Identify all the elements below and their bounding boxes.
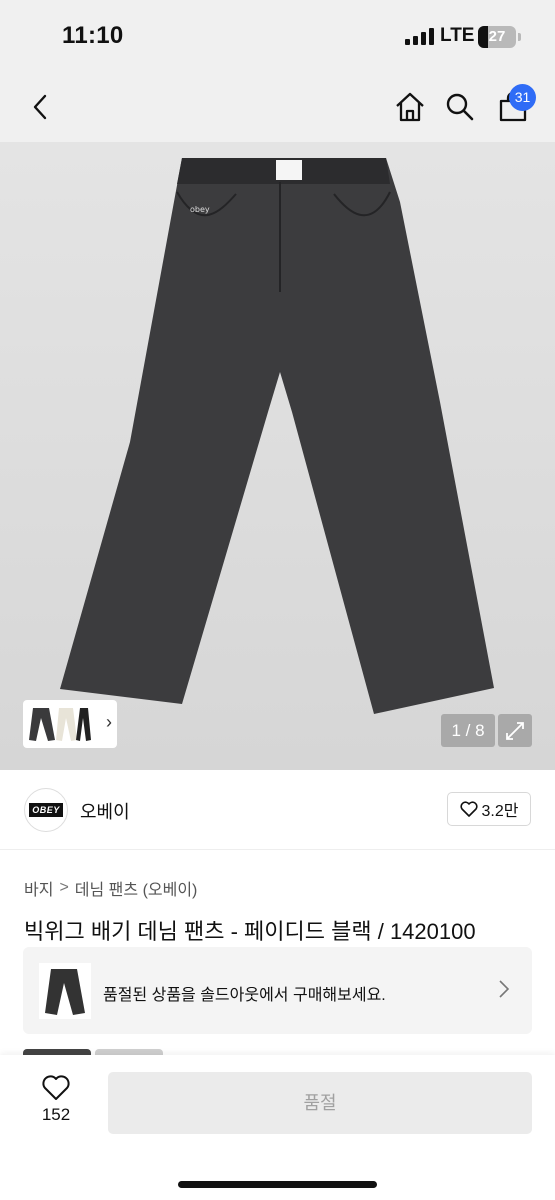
brand-like-count: 3.2만: [481, 803, 519, 820]
product-page: 11:10 LTE 27 31 obey › 1 / 8 OBEY 오베이 3.…: [0, 0, 555, 1200]
image-counter: 1 / 8: [441, 714, 495, 747]
soldout-banner[interactable]: 품절된 상품을 솔드아웃에서 구매해보세요.: [23, 947, 532, 1034]
thumbnail-images: [29, 708, 91, 741]
chevron-left-icon: [33, 94, 47, 120]
brand-name[interactable]: 오베이: [80, 798, 130, 824]
signal-icon: [405, 27, 434, 45]
status-bar: 11:10 LTE 27: [0, 0, 555, 72]
wishlist-count: 152: [41, 1105, 71, 1124]
product-image-jeans: obey: [60, 158, 494, 714]
heart-icon: [42, 1075, 70, 1100]
brand-like-button[interactable]: 3.2만: [447, 792, 531, 826]
battery-cap: [518, 33, 521, 41]
cart-count-badge: 31: [509, 84, 536, 111]
home-button[interactable]: [385, 72, 435, 142]
search-icon: [446, 93, 474, 121]
product-image-gallery[interactable]: obey › 1 / 8: [0, 142, 555, 770]
battery-level: 27: [488, 28, 506, 45]
expand-icon: [506, 721, 524, 740]
nav-bar: [0, 72, 555, 142]
wishlist-button[interactable]: 152: [26, 1073, 86, 1133]
network-label: LTE: [440, 25, 475, 46]
breadcrumb-subcategory[interactable]: 데님 팬츠 (오베이): [75, 876, 198, 900]
home-icon: [396, 92, 424, 122]
soldout-banner-text: 품절된 상품을 솔드아웃에서 구매해보세요.: [103, 987, 386, 1004]
chevron-right-icon: [499, 980, 510, 998]
bottom-action-bar: 152 품절: [0, 1055, 555, 1200]
brand-logo[interactable]: OBEY: [24, 788, 68, 832]
thumbnail-strip[interactable]: ›: [23, 700, 117, 748]
breadcrumb-category[interactable]: 바지: [24, 876, 53, 900]
soldout-button[interactable]: 품절: [108, 1072, 532, 1134]
home-indicator: [178, 1181, 377, 1188]
soldout-thumbnail: [39, 963, 91, 1019]
expand-button[interactable]: [498, 714, 532, 747]
search-button[interactable]: [435, 72, 485, 142]
jeans-tag-text: obey: [190, 205, 210, 214]
battery-icon: 27: [478, 26, 516, 48]
status-time: 11:10: [62, 22, 124, 49]
heart-icon: [459, 801, 478, 817]
thumbnail-more-icon: ›: [106, 712, 112, 732]
brand-logo-text: OBEY: [29, 803, 63, 817]
brand-row[interactable]: OBEY 오베이 3.2만: [0, 770, 555, 850]
product-title: 빅위그 배기 데님 팬츠 - 페이디드 블랙 / 1420100: [24, 919, 476, 944]
back-button[interactable]: [15, 72, 65, 142]
soldout-thumbnail-image: [45, 969, 85, 1015]
breadcrumb-separator: >: [59, 879, 69, 896]
breadcrumb: 바지 > 데님 팬츠 (오베이): [24, 876, 197, 900]
